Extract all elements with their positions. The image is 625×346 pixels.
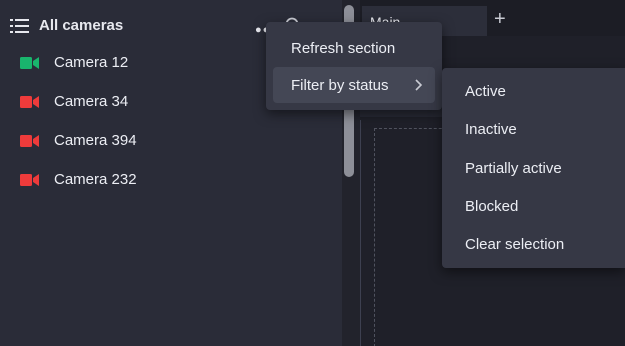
submenu-item-active[interactable]: Active [442,75,625,109]
camera-icon [20,57,39,69]
plus-icon: + [494,8,506,30]
app-window: All cameras ●● Camera 12 Camera 34 Camer… [0,0,625,346]
menu-item-label: Filter by status [291,77,389,94]
list-item[interactable]: Camera 34 [20,92,250,114]
submenu-item-label: Clear selection [465,236,565,253]
list-item[interactable]: Camera 232 [20,170,250,192]
submenu-item-blocked[interactable]: Blocked [442,190,625,224]
submenu-item-inactive[interactable]: Inactive [442,113,625,147]
menu-item-filter-by-status[interactable]: Filter by status [273,67,435,103]
list-item[interactable]: Camera 12 [20,53,250,75]
submenu-item-clear-selection[interactable]: Clear selection [442,228,625,262]
camera-label: Camera 394 [54,132,137,149]
camera-label: Camera 12 [54,54,129,71]
context-menu: Refresh section Filter by status [266,22,442,110]
camera-label: Camera 34 [54,93,129,110]
panel-title: All cameras [39,17,124,34]
camera-icon [20,96,39,108]
submenu-item-label: Inactive [465,121,517,138]
submenu-item-partially-active[interactable]: Partially active [442,152,625,186]
list-icon[interactable] [10,18,29,34]
camera-icon [20,174,39,186]
menu-item-label: Refresh section [291,40,396,57]
chevron-right-icon [415,79,423,91]
menu-item-refresh-section[interactable]: Refresh section [273,30,435,66]
camera-label: Camera 232 [54,171,137,188]
status-submenu: Active Inactive Partially active Blocked… [442,68,625,268]
camera-icon [20,135,39,147]
add-tab-button[interactable]: + [494,9,506,29]
submenu-item-label: Partially active [465,160,562,177]
submenu-item-label: Active [465,83,506,100]
list-item[interactable]: Camera 394 [20,131,250,153]
submenu-item-label: Blocked [465,198,519,215]
